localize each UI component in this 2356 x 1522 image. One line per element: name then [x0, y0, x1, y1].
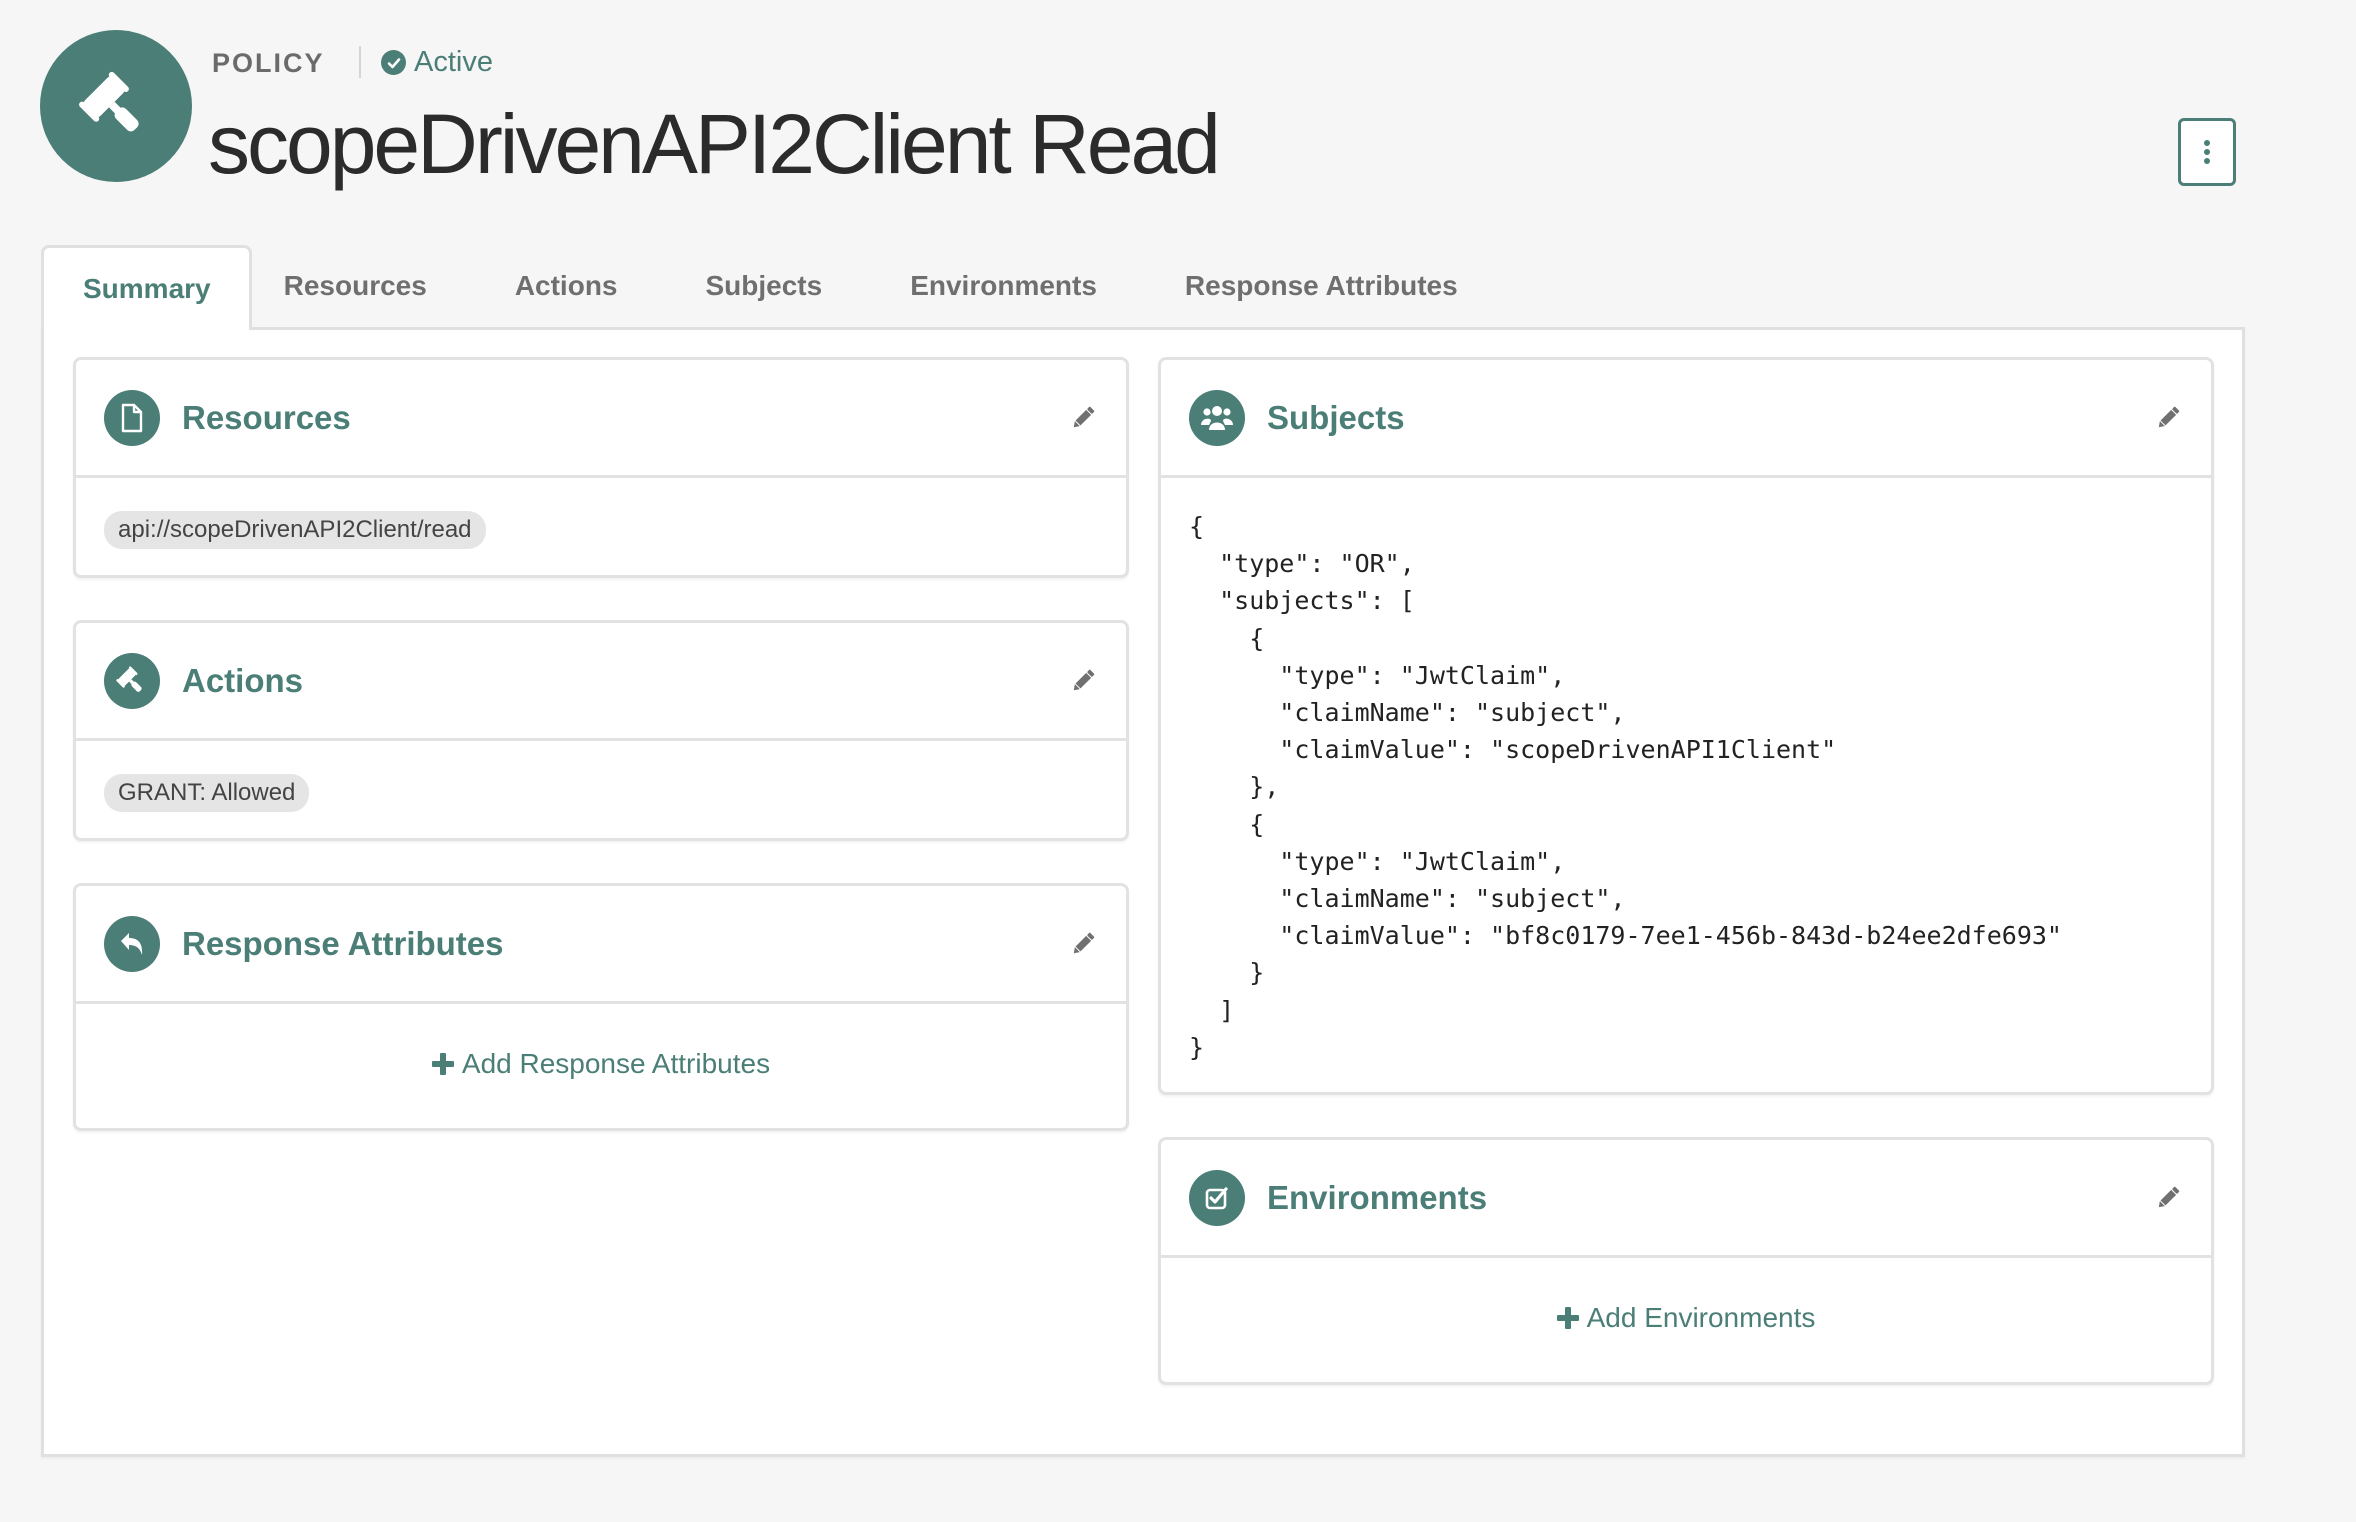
card-title: Environments — [1267, 1178, 1488, 1216]
pencil-icon[interactable] — [2155, 1185, 2181, 1211]
tab-summary[interactable]: Summary — [41, 245, 252, 330]
status-text: Active — [414, 46, 493, 78]
gavel-icon — [104, 652, 160, 709]
card-header: Subjects — [1161, 360, 2211, 478]
reply-icon — [104, 915, 160, 972]
more-actions-button[interactable] — [2178, 118, 2236, 186]
tab-actions[interactable]: Actions — [515, 245, 618, 327]
check-circle-icon — [381, 50, 406, 75]
card-body: api://scopeDrivenAPI2Client/read — [76, 478, 1126, 583]
card-title: Actions — [182, 661, 304, 699]
add-environments-label: Add Environments — [1586, 1302, 1816, 1333]
resources-card: Resources api://scopeDrivenAPI2Client/re… — [73, 357, 1129, 578]
card-header: Response Attributes — [76, 886, 1126, 1004]
actions-card: Actions GRANT: Allowed — [73, 620, 1129, 841]
tab-response-attributes[interactable]: Response Attributes — [1185, 245, 1458, 327]
subjects-json: { "type": "OR", "subjects": [ { "type": … — [1189, 512, 2062, 1062]
card-header: Actions — [76, 623, 1126, 741]
resource-pill: api://scopeDrivenAPI2Client/read — [104, 511, 486, 549]
status-badge: Active — [381, 46, 493, 79]
kebab-dot — [2204, 149, 2210, 155]
tab-bar: Summary Resources Actions Subjects Envir… — [41, 245, 1458, 330]
card-header: Environments — [1161, 1140, 2211, 1258]
card-title: Response Attributes — [182, 924, 504, 962]
environments-card: Environments Add Environments — [1158, 1137, 2214, 1385]
tab-environments[interactable]: Environments — [910, 245, 1097, 327]
card-header: Resources — [76, 360, 1126, 478]
header-divider — [359, 46, 361, 78]
page-title: scopeDrivenAPI2Client Read — [208, 97, 1221, 191]
file-icon — [104, 389, 160, 446]
tab-resources[interactable]: Resources — [284, 245, 427, 327]
kebab-dot — [2204, 158, 2210, 164]
response-attributes-card: Response Attributes Add Response Attribu… — [73, 883, 1129, 1131]
add-response-attributes-button[interactable]: Add Response Attributes — [76, 1004, 1126, 1124]
checkbox-icon — [1189, 1169, 1245, 1226]
pencil-icon[interactable] — [2155, 405, 2181, 431]
users-icon — [1189, 389, 1245, 446]
pencil-icon[interactable] — [1070, 931, 1096, 957]
plus-icon — [431, 1053, 454, 1075]
tab-subjects[interactable]: Subjects — [706, 245, 823, 327]
gavel-icon — [79, 71, 139, 132]
kebab-dot — [2204, 140, 2210, 146]
add-response-attributes-label: Add Response Attributes — [461, 1048, 771, 1079]
policy-avatar — [40, 30, 192, 182]
plus-icon — [1556, 1307, 1579, 1329]
pencil-icon[interactable] — [1070, 668, 1096, 694]
card-title: Resources — [182, 398, 351, 436]
subjects-card: Subjects { "type": "OR", "subjects": [ {… — [1158, 357, 2214, 1095]
card-title: Subjects — [1267, 398, 1405, 436]
entity-type-label: POLICY — [212, 48, 325, 78]
pencil-icon[interactable] — [1070, 405, 1096, 431]
card-body: GRANT: Allowed — [76, 741, 1126, 846]
action-pill: GRANT: Allowed — [104, 774, 310, 812]
add-environments-button[interactable]: Add Environments — [1161, 1258, 2211, 1378]
